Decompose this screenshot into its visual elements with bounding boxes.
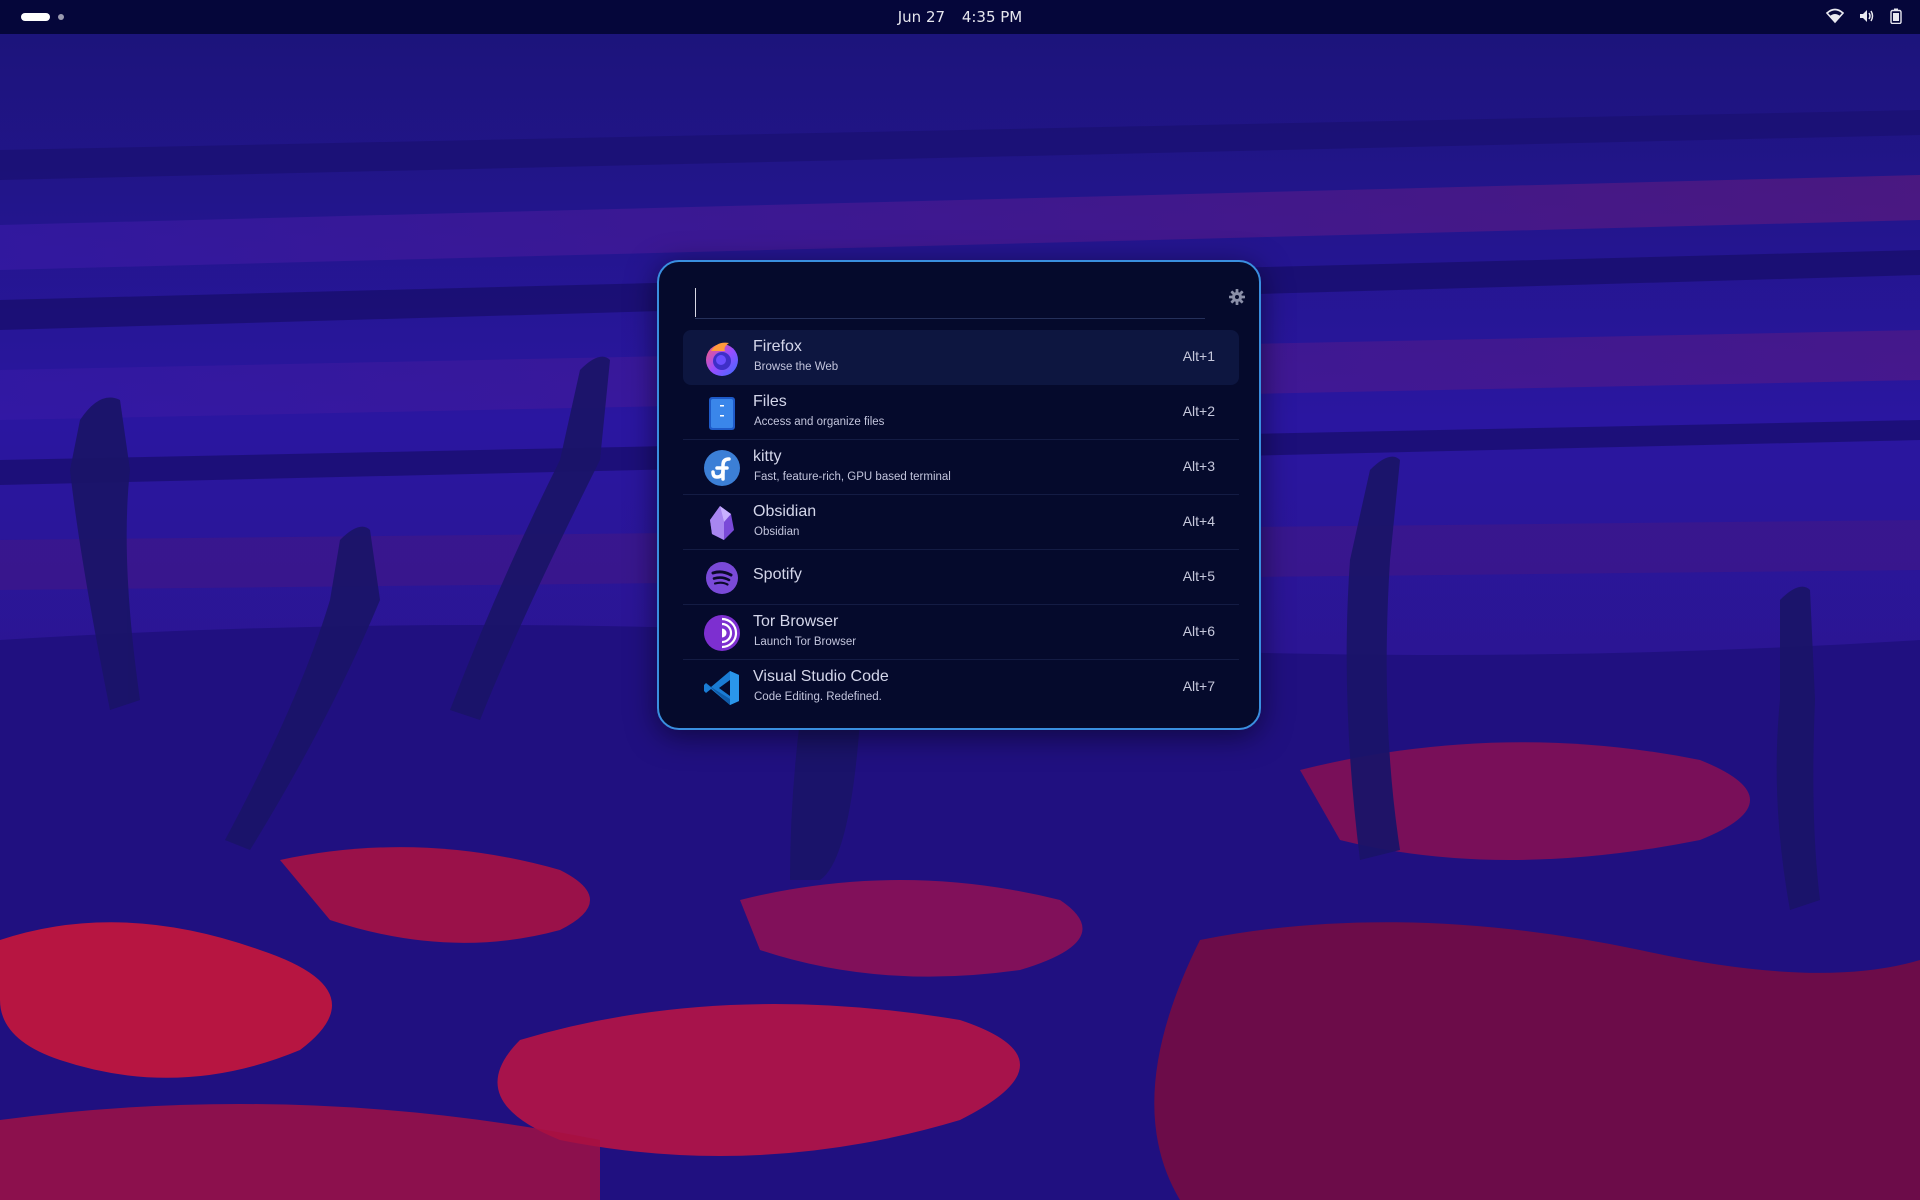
result-firefox[interactable]: Firefox Browse the Web Alt+1 [683,330,1239,385]
search-input[interactable] [695,277,1205,319]
clock-time: 4:35 PM [961,8,1023,26]
clock-date: Jun 27 [897,8,946,26]
result-tor-browser[interactable]: Tor Browser Launch Tor Browser Alt+6 [683,605,1239,660]
gear-icon[interactable] [1227,287,1247,307]
top-bar: Jun 27 4:35 PM [0,0,1920,34]
clock[interactable]: Jun 27 4:35 PM [0,8,1920,26]
result-description: Browse the Web [754,361,839,373]
result-shortcut: Alt+2 [1182,403,1215,419]
app-launcher: Firefox Browse the Web Alt+1 Files Acces… [657,260,1261,730]
result-name: Spotify [753,566,802,583]
result-name: kitty [753,448,782,465]
obsidian-icon [710,506,734,540]
fedora-icon [704,450,740,486]
text-caret [695,288,696,317]
result-description: Code Editing. Redefined. [754,691,882,703]
result-name: Obsidian [753,503,817,520]
results-list: Firefox Browse the Web Alt+1 Files Acces… [683,330,1239,715]
wifi-icon[interactable] [1826,8,1844,24]
tor-icon [704,615,740,651]
volume-icon[interactable] [1858,8,1876,24]
desktop: Jun 27 4:35 PM Firefox Browse the Web Al… [0,0,1920,1200]
files-icon [709,397,735,430]
result-description: Fast, feature-rich, GPU based terminal [754,471,951,483]
result-kitty[interactable]: kitty Fast, feature-rich, GPU based term… [683,440,1239,495]
result-shortcut: Alt+6 [1182,623,1215,639]
result-name: Tor Browser [753,613,839,630]
result-description: Obsidian [754,526,800,538]
search-row [695,277,1225,327]
result-description: Access and organize files [754,416,885,428]
battery-icon[interactable] [1890,8,1902,24]
result-name: Firefox [753,338,802,355]
result-name: Visual Studio Code [753,668,889,685]
result-files[interactable]: Files Access and organize files Alt+2 [683,385,1239,440]
firefox-icon [706,342,738,376]
result-description: Launch Tor Browser [754,636,857,648]
vscode-icon [704,671,739,705]
system-tray[interactable] [1826,8,1902,24]
result-obsidian[interactable]: Obsidian Obsidian Alt+4 [683,495,1239,550]
result-shortcut: Alt+5 [1182,568,1215,584]
result-shortcut: Alt+1 [1182,348,1215,364]
result-shortcut: Alt+4 [1182,513,1215,529]
result-visual-studio-code[interactable]: Visual Studio Code Code Editing. Redefin… [683,660,1239,715]
spotify-icon [706,562,738,594]
result-shortcut: Alt+7 [1182,678,1215,694]
result-spotify[interactable]: Spotify Alt+5 [683,550,1239,605]
result-shortcut: Alt+3 [1182,458,1215,474]
result-name: Files [753,393,787,410]
